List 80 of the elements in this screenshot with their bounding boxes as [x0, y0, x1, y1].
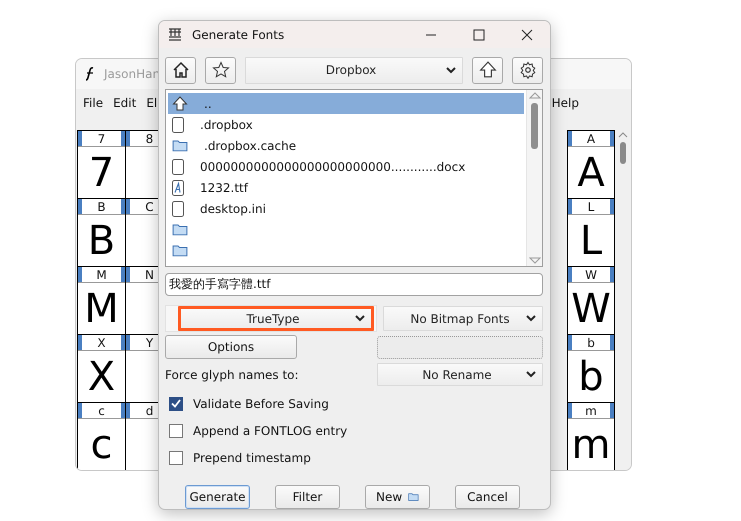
checkbox[interactable]	[169, 450, 183, 464]
file-icon	[172, 158, 184, 174]
location-dropdown[interactable]: Dropbox	[245, 56, 463, 84]
rename-dropdown[interactable]: No Rename	[377, 363, 543, 386]
folder-icon	[172, 223, 188, 236]
caret-icon	[355, 315, 365, 322]
font-app-icon	[84, 66, 96, 82]
glyph-cell[interactable]: M	[78, 283, 125, 334]
caret-icon	[446, 66, 456, 74]
file-row[interactable]: 0000000000000000000000000............docx	[168, 156, 524, 177]
dialog-button[interactable]: Generate	[185, 485, 250, 509]
glyph-label: A	[568, 130, 614, 147]
glyph-label: c	[78, 402, 125, 419]
scroll-up-icon[interactable]	[618, 132, 628, 138]
glyph-cell[interactable]: b	[568, 351, 614, 402]
checkbox[interactable]	[169, 396, 183, 410]
font-file-icon	[172, 180, 184, 196]
glyph-cell[interactable]: m	[568, 419, 614, 470]
file-row[interactable]: ..	[168, 93, 524, 114]
glyph-cell[interactable]: B	[78, 215, 125, 266]
scroll-down-icon[interactable]	[528, 257, 540, 264]
checkbox[interactable]	[169, 424, 183, 438]
dialog-button[interactable]: Filter	[275, 485, 340, 509]
glyph-label: b	[568, 334, 614, 351]
menu-item[interactable]: El	[146, 96, 158, 110]
up-arrow-icon	[172, 96, 188, 112]
menu-item[interactable]: Edit	[113, 96, 136, 110]
bookmark-button[interactable]	[205, 56, 236, 84]
glyph-label: 7	[78, 130, 125, 147]
file-icon	[172, 200, 184, 216]
glyph-cell[interactable]: L	[568, 215, 614, 266]
glyph-label: M	[78, 266, 125, 283]
scroll-up-icon[interactable]	[528, 92, 540, 99]
home-icon	[172, 61, 190, 79]
checkbox-label: Append a FONTLOG entry	[193, 424, 348, 438]
file-name: 0000000000000000000000000............docx	[200, 160, 466, 174]
glyph-label: m	[568, 402, 614, 419]
settings-button[interactable]	[512, 56, 543, 84]
glyph-label: B	[78, 198, 125, 215]
caret-icon	[526, 315, 536, 322]
file-name: .dropbox.cache	[204, 138, 296, 152]
checkbox-label: Validate Before Saving	[193, 396, 329, 410]
options-button[interactable]: Options	[165, 335, 297, 359]
bitmap-dropdown[interactable]: No Bitmap Fonts	[383, 306, 543, 331]
glyph-label: W	[568, 266, 614, 283]
glyph-cell[interactable]: A	[568, 147, 614, 198]
file-name: 1232.ttf	[200, 180, 248, 194]
format-dropdown[interactable]: TrueType	[178, 306, 374, 331]
window-title: JasonHan	[104, 66, 160, 81]
file-icon	[172, 116, 184, 132]
file-name: .dropbox	[200, 118, 253, 132]
glyph-cell[interactable]: X	[78, 351, 125, 402]
settings-icon	[518, 61, 536, 79]
glyph-cell[interactable]: 7	[78, 147, 125, 198]
glyph-label: L	[568, 198, 614, 215]
scroll-thumb[interactable]	[620, 142, 626, 164]
app-icon	[168, 28, 182, 42]
home-button[interactable]	[165, 56, 196, 84]
dialog-button[interactable]: Cancel	[455, 485, 520, 509]
caret-icon	[526, 371, 536, 378]
folder-icon	[172, 244, 188, 257]
glyph-cell[interactable]: W	[568, 283, 614, 334]
file-name: ..	[204, 96, 212, 110]
parent-folder-button[interactable]	[472, 56, 503, 84]
scroll-thumb[interactable]	[531, 103, 538, 149]
glyph-cell[interactable]: c	[78, 419, 125, 470]
checkbox-label: Prepend timestamp	[193, 450, 311, 464]
star-icon	[212, 61, 230, 79]
force-glyph-label: Force glyph names to:	[165, 368, 300, 382]
up-arrow-icon	[478, 61, 496, 79]
dialog-title: Generate Fonts	[192, 28, 286, 42]
glyph-label: X	[78, 334, 125, 351]
file-row[interactable]: 1232.ttf	[168, 177, 524, 198]
menu-item[interactable]: File	[83, 96, 104, 110]
dialog-button[interactable]: New	[365, 485, 430, 509]
menu-item[interactable]: Help	[552, 96, 579, 110]
folder-icon	[172, 139, 188, 152]
file-name: desktop.ini	[200, 202, 266, 216]
scrollbar[interactable]	[526, 90, 542, 266]
filename-field[interactable]: 我愛的手寫字體.ttf	[165, 273, 543, 296]
